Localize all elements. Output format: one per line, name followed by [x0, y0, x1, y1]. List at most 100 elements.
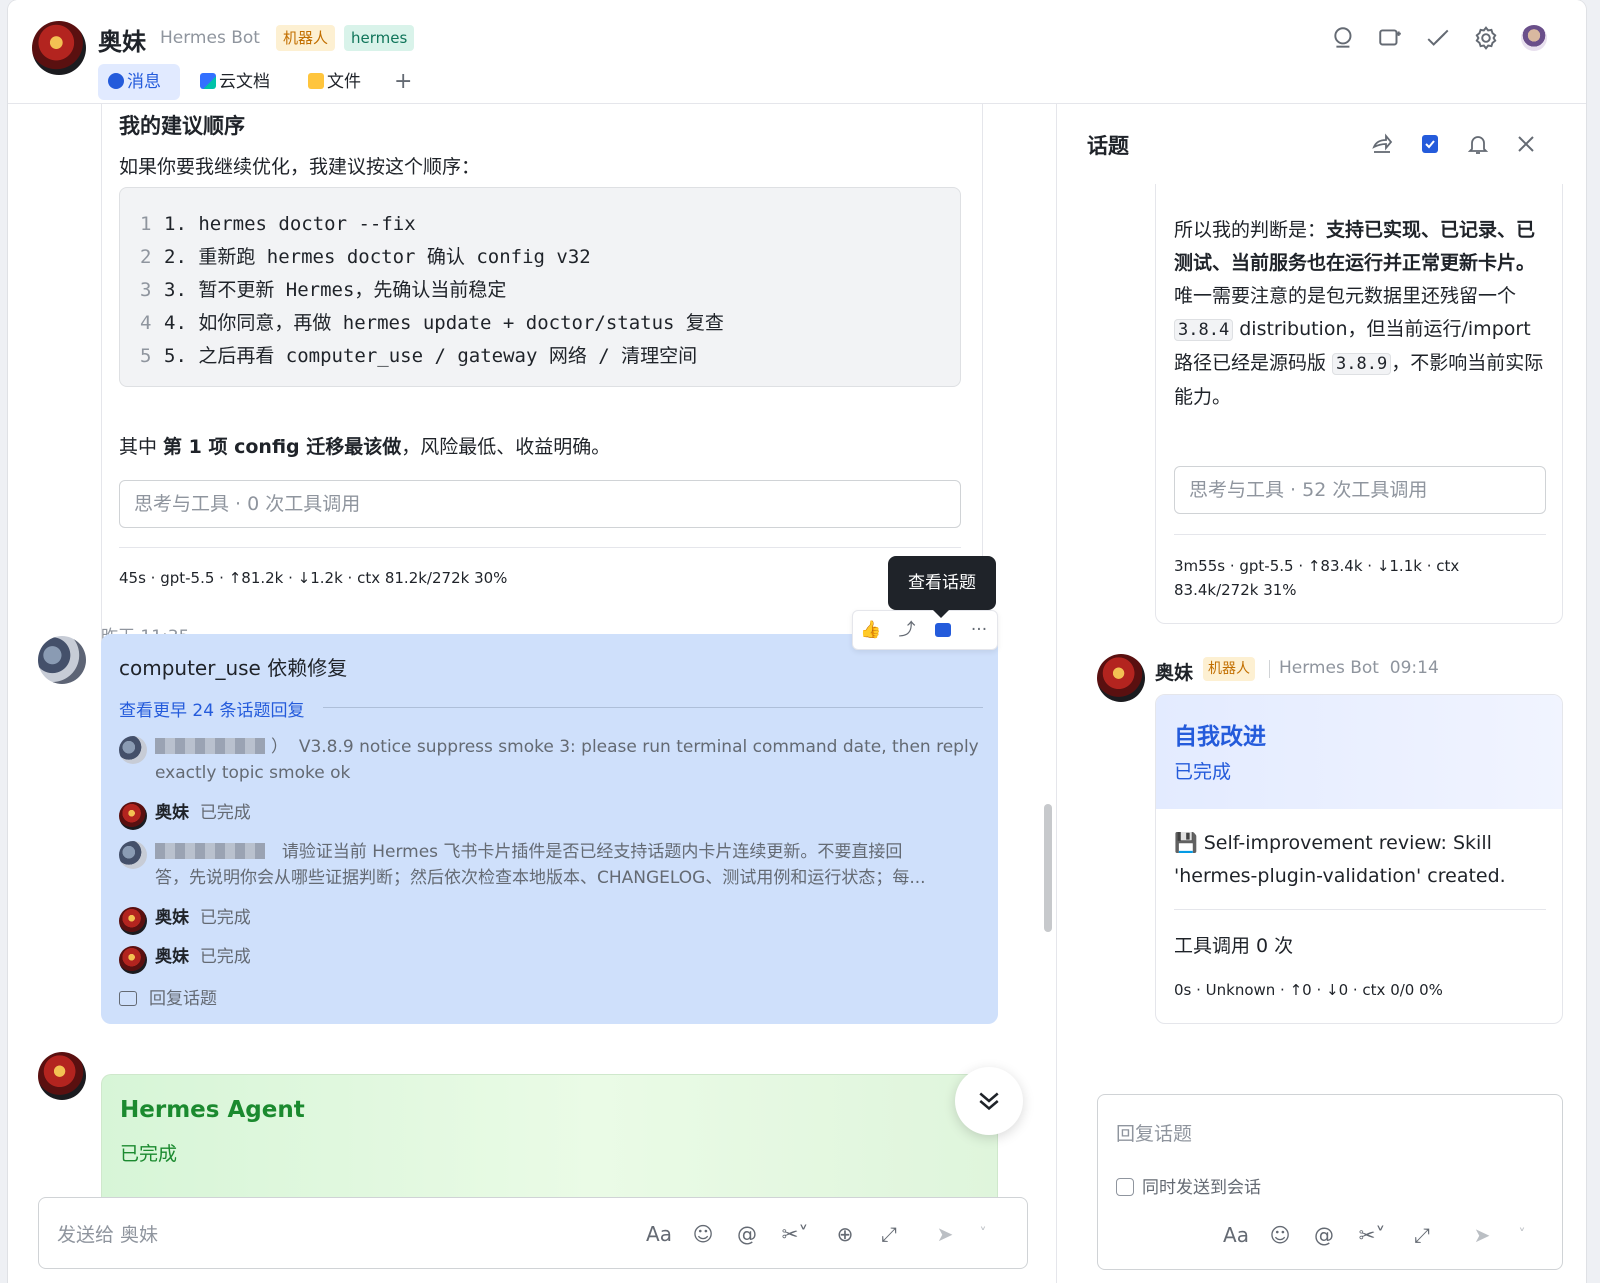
tasks-button[interactable]	[1420, 20, 1456, 56]
avatar[interactable]	[1097, 654, 1145, 702]
composer-toolbar: Aa ☺ @ ✂˅ ⊕ ⤢ ➤ ˅	[641, 1216, 1011, 1252]
checkbox-icon	[1116, 1178, 1134, 1196]
reply-body: 请验证当前 Hermes 飞书卡片插件是否已经支持话题内卡片连续更新。不要直接回…	[119, 839, 979, 891]
robot-badge: 机器人	[276, 25, 336, 51]
scroll-to-bottom-button[interactable]	[955, 1067, 1023, 1135]
close-panel-button[interactable]	[1510, 128, 1542, 160]
send-options-button[interactable]: ˅	[965, 1216, 1001, 1252]
emoji-button[interactable]: ☺	[1262, 1217, 1298, 1253]
screenshot-button[interactable]: ✂˅	[1350, 1217, 1394, 1253]
more-button[interactable]: ···	[961, 611, 997, 649]
card-status: 已完成	[1174, 761, 1232, 783]
notification-button[interactable]	[1462, 128, 1494, 160]
tab-messages[interactable]: 消息	[98, 64, 180, 100]
reply-topic-button[interactable]: 回复话题	[119, 984, 217, 1009]
message-composer[interactable]: 发送给 奥妹 Aa ☺ @ ✂˅ ⊕ ⤢ ➤ ˅	[38, 1197, 1028, 1269]
topic-panel: 话题 所以我的判断是：支持已实现、已记录、已测试、当前服务也在运行并正常更新卡片…	[1056, 104, 1586, 1283]
bold-text: 第 1 项 config 迁移最该做	[163, 436, 402, 458]
more-icon: ···	[970, 620, 988, 640]
card-meta: 45s · gpt-5.5 · ↑81.2k · ↓1.2k · ctx 81.…	[119, 569, 508, 587]
topic-reply: 奥妹 已完成	[119, 800, 251, 830]
smile-icon: ☺	[1269, 1223, 1291, 1247]
avatar[interactable]	[38, 1052, 86, 1100]
send-button[interactable]: ➤	[1464, 1217, 1500, 1253]
avatar[interactable]	[32, 21, 86, 75]
mention-button[interactable]: @	[1306, 1217, 1342, 1253]
chat-header: 奥妹 Hermes Bot 机器人 hermes 消息 云文档 文件 +	[8, 0, 1586, 104]
send-options-button[interactable]: ˅	[1504, 1217, 1540, 1253]
subscribe-topic-button[interactable]	[1414, 128, 1446, 160]
send-icon: ➤	[936, 1222, 954, 1246]
settings-button[interactable]	[1468, 20, 1504, 56]
add-tab-button[interactable]: +	[384, 64, 414, 100]
tool-call-count: 工具调用 0 次	[1174, 935, 1294, 957]
forward-button[interactable]: ⤴	[889, 611, 925, 649]
expand-button[interactable]: ⤢	[871, 1216, 907, 1252]
avatar	[119, 907, 147, 935]
emoji-button[interactable]: ☺	[685, 1216, 721, 1252]
also-send-checkbox[interactable]: 同时发送到会话	[1116, 1173, 1261, 1198]
card-text: 所以我的判断是：支持已实现、已记录、已测试、当前服务也在运行并正常更新卡片。 唯一…	[1174, 214, 1546, 414]
at-icon: @	[737, 1222, 757, 1246]
format-button[interactable]: Aa	[641, 1216, 677, 1252]
composer-placeholder: 发送给 奥妹	[57, 1224, 159, 1246]
topic-reply: 奥妹 已完成	[119, 905, 251, 935]
code-line: 5 5. 之后再看 computer_use / gateway 网络 / 清理空…	[140, 340, 960, 373]
robot-badge: 机器人	[1203, 657, 1255, 681]
search-chat-button[interactable]	[1326, 20, 1362, 56]
topic-card[interactable]: computer_use 依赖修复 查看更早 24 条话题回复 ） V3.8.9…	[101, 634, 998, 1024]
reply-text: exactly topic smoke ok	[155, 763, 351, 783]
close-icon	[1518, 136, 1534, 152]
text-span: 所以我的判断是：	[1174, 219, 1327, 241]
send-icon: ➤	[1473, 1223, 1491, 1247]
reply-text: 请验证当前 Hermes 飞书卡片插件是否已经支持话题内卡片连续更新。不要直接回	[281, 842, 903, 862]
expand-button[interactable]: ⤢	[1404, 1217, 1440, 1253]
code-line: 1 1. hermes doctor --fix	[140, 208, 960, 241]
add-button[interactable]: ⊕	[827, 1216, 863, 1252]
screenshot-button[interactable]: ✂˅	[773, 1216, 817, 1252]
tools-summary-toggle[interactable]: 思考与工具 · 52 次工具调用	[1174, 466, 1546, 514]
reply-author: 奥妹	[155, 947, 189, 967]
tab-files[interactable]: 文件	[298, 64, 378, 100]
topic-title: computer_use 依赖修复	[119, 656, 348, 680]
at-icon: @	[1314, 1223, 1334, 1247]
mention-button[interactable]: @	[729, 1216, 765, 1252]
topic-reply-composer[interactable]: 回复话题 同时发送到会话 Aa ☺ @ ✂˅ ⤢ ➤ ˅	[1097, 1094, 1563, 1270]
avatar[interactable]	[38, 636, 86, 684]
reply-text: V3.8.9 notice suppress smoke 3: please r…	[298, 737, 979, 757]
code-line: 3 3. 暂不更新 Hermes，先确认当前稳定	[140, 274, 960, 307]
tab-docs[interactable]: 云文档	[190, 64, 286, 100]
folder-icon	[308, 73, 324, 89]
sender-meta: Hermes Bot 09:14	[1279, 658, 1439, 678]
card-conclusion: 其中 第 1 项 config 迁移最该做，风险最低、收益明确。	[119, 432, 610, 459]
bookmark-check-icon	[1422, 135, 1438, 153]
view-earlier-replies-link[interactable]: 查看更早 24 条话题回复	[119, 696, 304, 721]
like-button[interactable]: 👍	[853, 611, 889, 649]
bot-label: Hermes Bot	[1279, 658, 1379, 678]
format-button[interactable]: Aa	[1218, 1217, 1254, 1253]
share-topic-button[interactable]	[1366, 128, 1398, 160]
scrollbar[interactable]	[1044, 804, 1052, 932]
add-to-chat-button[interactable]	[1372, 20, 1408, 56]
topic-reply: 请验证当前 Hermes 飞书卡片插件是否已经支持话题内卡片连续更新。不要直接回…	[119, 839, 979, 891]
chevron-down-icon: ˅	[1518, 1227, 1526, 1243]
reply-status: 已完成	[199, 803, 251, 823]
card-divider	[1174, 534, 1546, 535]
send-button[interactable]: ➤	[927, 1216, 963, 1252]
plus-circle-icon: ⊕	[836, 1222, 854, 1246]
agent-card[interactable]: Hermes Agent 已完成	[101, 1074, 998, 1204]
user-avatar-button[interactable]	[1516, 20, 1552, 56]
code-text: 1. hermes doctor --fix	[164, 213, 416, 235]
header-toolbar	[1326, 20, 1556, 56]
card-divider	[119, 547, 961, 548]
panel-toolbar	[1366, 128, 1552, 160]
tools-summary-toggle[interactable]: 思考与工具 · 0 次工具调用	[119, 480, 961, 528]
reply-author: 奥妹	[155, 803, 189, 823]
line-number: 3	[140, 279, 152, 301]
bell-icon	[1467, 136, 1489, 154]
tab-label: 云文档	[219, 72, 270, 92]
share-icon: ⤴	[898, 620, 916, 640]
code-block: 1 1. hermes doctor --fix 2 2. 重新跑 hermes d…	[119, 187, 961, 387]
thumbs-up-icon: 👍	[860, 620, 882, 640]
tab-label: 文件	[327, 72, 361, 92]
